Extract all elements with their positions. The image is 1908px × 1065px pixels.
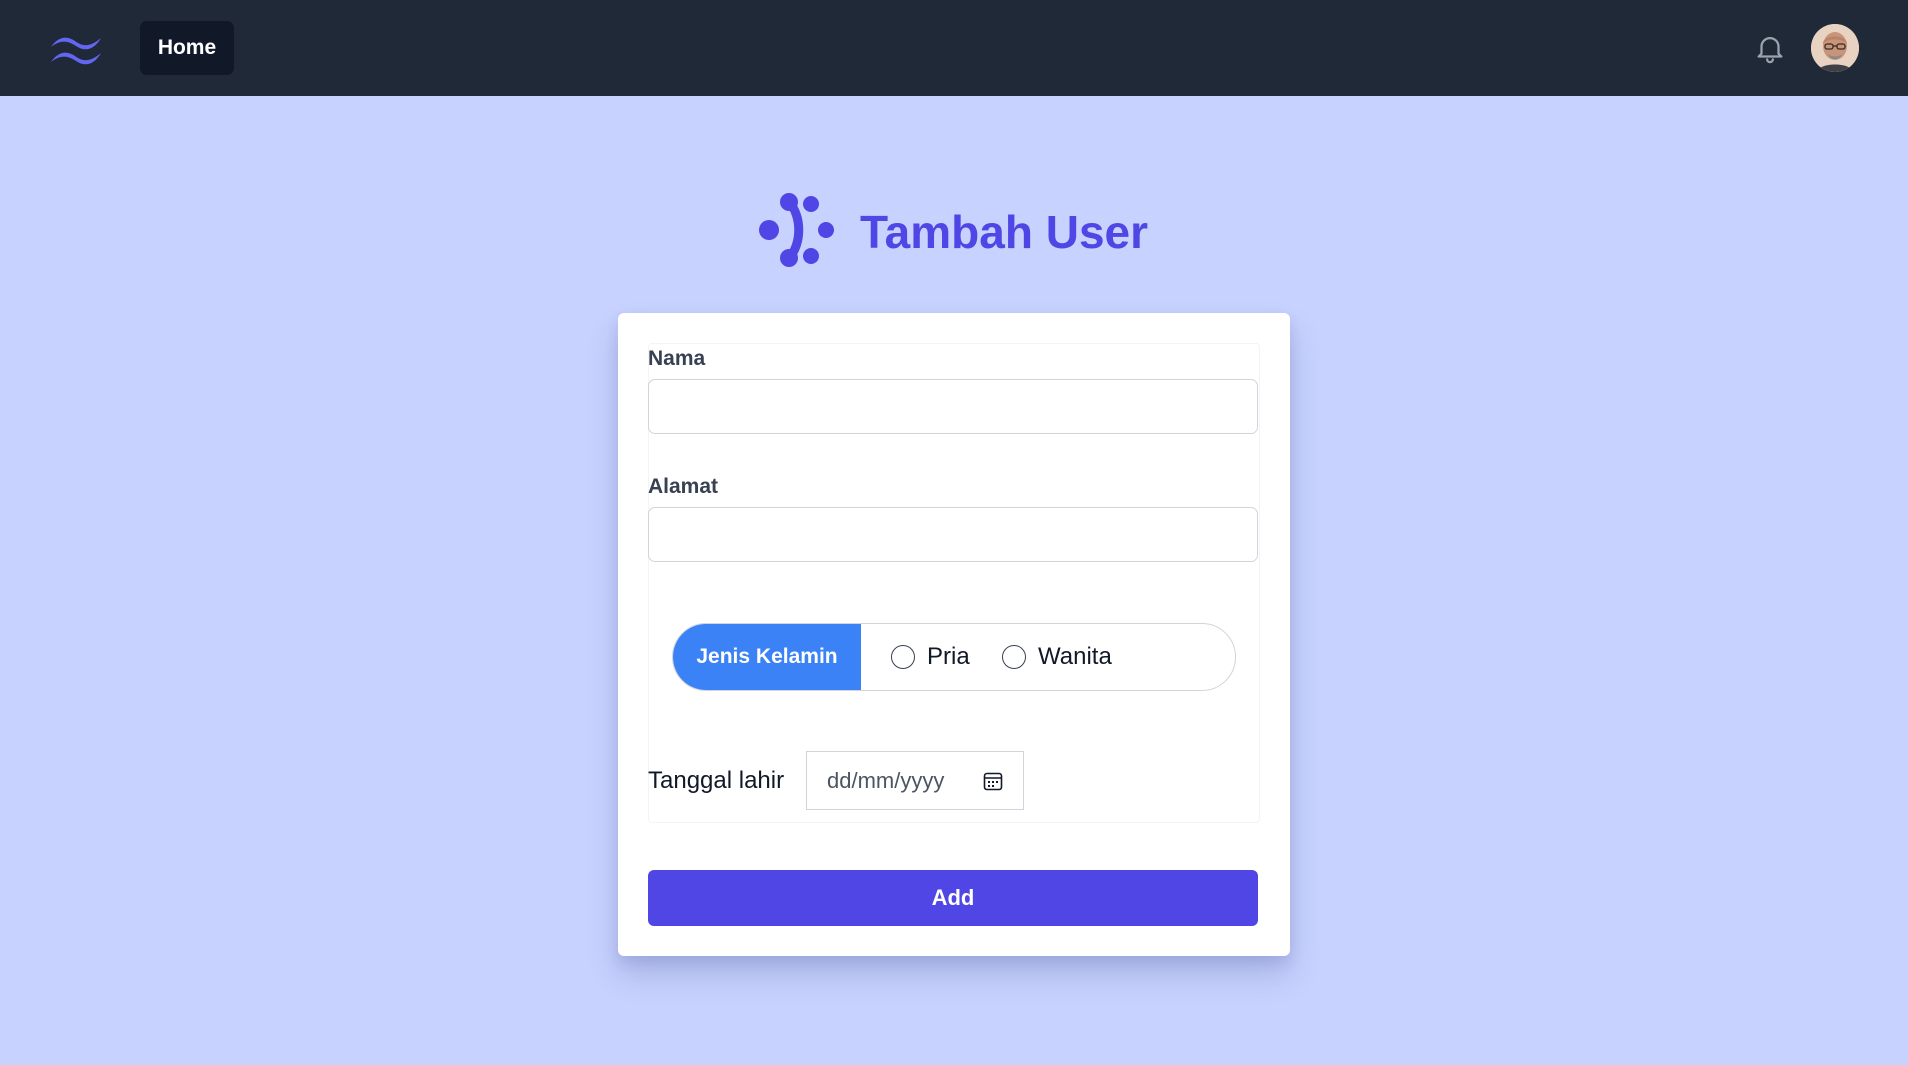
calendar-icon[interactable] xyxy=(982,770,1004,792)
top-navbar: Home xyxy=(0,0,1908,96)
radio-option-wanita[interactable]: Wanita xyxy=(1002,624,1112,690)
date-placeholder: dd/mm/yyyy xyxy=(827,768,945,793)
dots-logo-icon xyxy=(759,193,834,267)
radio-pria-label: Pria xyxy=(927,643,970,670)
nama-label: Nama xyxy=(648,347,706,370)
radio-wanita-label: Wanita xyxy=(1038,643,1112,670)
alamat-label: Alamat xyxy=(648,475,719,498)
alamat-input[interactable] xyxy=(648,507,1258,562)
gender-label: Jenis Kelamin xyxy=(673,624,861,690)
tailwind-logo-icon[interactable] xyxy=(48,28,104,68)
bell-icon[interactable] xyxy=(1753,31,1787,65)
nama-input[interactable] xyxy=(648,379,1258,434)
avatar-image xyxy=(1811,24,1859,72)
tanggal-lahir-input[interactable]: dd/mm/yyyy xyxy=(806,751,1024,810)
user-avatar[interactable] xyxy=(1811,24,1859,72)
tanggal-lahir-label: Tanggal lahir xyxy=(648,767,785,794)
gender-radio-group: Jenis Kelamin Pria Wanita xyxy=(672,623,1236,691)
nav-home-link[interactable]: Home xyxy=(140,21,234,75)
radio-option-pria[interactable]: Pria xyxy=(891,624,970,690)
radio-pria[interactable] xyxy=(891,645,915,669)
add-button[interactable]: Add xyxy=(648,870,1258,926)
page-title: Tambah User xyxy=(860,206,1149,258)
add-user-form-card: Nama Alamat Jenis Kelamin Pria Wanita Ta… xyxy=(618,313,1290,956)
radio-wanita[interactable] xyxy=(1002,645,1026,669)
